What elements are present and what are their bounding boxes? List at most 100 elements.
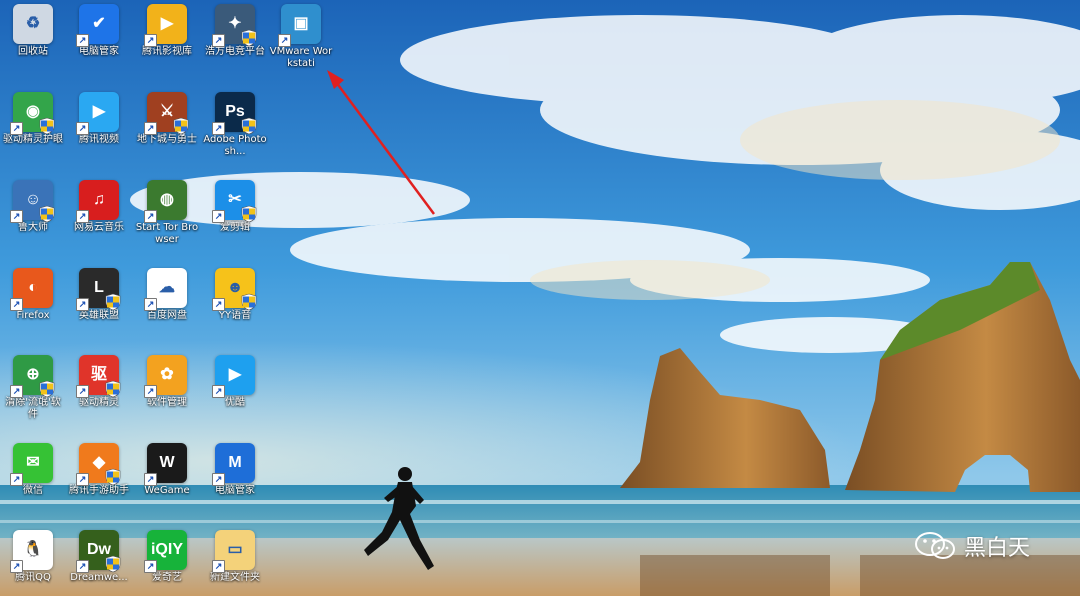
desktop-icon-driver-genius[interactable]: 驱 ↗ 驱动精灵 <box>66 355 132 409</box>
wegame-icon: W ↗ <box>144 443 187 486</box>
tor-browser-icon: ◍ ↗ <box>144 180 187 223</box>
baidu-netdisk-icon: ☁ ↗ <box>144 268 187 311</box>
shortcut-arrow-icon: ↗ <box>76 560 89 573</box>
desktop-icon-software-manager[interactable]: ✿ ↗ 软件管理 <box>134 355 200 409</box>
desktop-icon-label: 网易云音乐 <box>74 222 124 233</box>
desktop-icon-label: 驱动精灵护眼 <box>3 134 63 145</box>
desktop-icon-label: 新建文件夹 <box>210 572 260 583</box>
desktop-icon-pc-manager-2[interactable]: M ↗ 电脑管家 <box>202 443 268 497</box>
desktop-icon-label: Dreamwe... <box>70 572 128 583</box>
desktop-icon-tor-browser[interactable]: ◍ ↗ Start Tor Browser <box>134 180 200 246</box>
icon-glyph: W <box>159 454 175 471</box>
icon-glyph: L <box>94 279 104 296</box>
dnf-game-icon: ⚔ ↗ <box>144 92 189 135</box>
eye-care-icon: ◉ ↗ <box>10 92 55 135</box>
desktop-icon-tencent-video[interactable]: ▶ ↗ 腾讯视频 <box>66 92 132 146</box>
recycle-bin-icon: ♻ <box>13 4 53 44</box>
desktop-icon-haofang-esports[interactable]: ✦ ↗ 浩方电竞平台 <box>202 4 268 58</box>
icon-glyph: ✂ <box>228 191 242 208</box>
uac-shield-icon <box>241 117 257 135</box>
desktop-icon-label: 驱动精灵 <box>79 397 119 408</box>
desktop-icon-tencent-video-library[interactable]: ▶ ↗ 腾讯影视库 <box>134 4 200 58</box>
icon-glyph: ☁ <box>159 279 175 296</box>
desktop-icon-wechat[interactable]: ✉ ↗ 微信 <box>0 443 66 497</box>
shortcut-arrow-icon: ↗ <box>144 473 157 486</box>
wechat-icon: ✉ ↗ <box>10 443 53 486</box>
desktop-icon-firefox[interactable]: ◐ ↗ Firefox <box>0 268 66 322</box>
uac-shield-icon <box>241 205 257 223</box>
firefox-icon: ◐ ↗ <box>10 268 53 311</box>
shortcut-arrow-icon: ↗ <box>144 560 157 573</box>
desktop-icon-label: WeGame <box>144 485 190 496</box>
tencent-video-library-icon: ▶ ↗ <box>144 4 187 47</box>
desktop-icon-label: 爱剪辑 <box>220 222 250 233</box>
icon-glyph: 🐧 <box>23 541 43 558</box>
haofang-esports-icon: ✦ ↗ <box>212 4 257 47</box>
icon-glyph: ◍ <box>160 191 174 208</box>
desktop-icon-baidu-netdisk[interactable]: ☁ ↗ 百度网盘 <box>134 268 200 322</box>
desktop-icon-wegame[interactable]: W ↗ WeGame <box>134 443 200 497</box>
uac-shield-icon <box>173 117 189 135</box>
shortcut-arrow-icon: ↗ <box>212 385 225 398</box>
vmware-icon: ▣ ↗ <box>278 4 321 47</box>
desktop-icon-pc-manager[interactable]: ✔ ↗ 电脑管家 <box>66 4 132 58</box>
desktop-icon-dreamweaver[interactable]: Dw ↗ Dreamwe... <box>66 530 132 584</box>
desktop-icon-cleanup[interactable]: ⊕ ↗ 清除'流氓'软件 <box>0 355 66 421</box>
shortcut-arrow-icon: ↗ <box>76 298 89 311</box>
wechat-watermark: 黑白天 <box>914 530 1030 562</box>
desktop-icon-new-folder[interactable]: ▭ ↗ 新建文件夹 <box>202 530 268 584</box>
icon-glyph: ⊕ <box>26 366 40 383</box>
uac-shield-icon <box>241 293 257 311</box>
desktop-icon-iqiyi[interactable]: iQIY ↗ 爱奇艺 <box>134 530 200 584</box>
shortcut-arrow-icon: ↗ <box>144 122 157 135</box>
desktop-icon-label: 腾讯视频 <box>79 134 119 145</box>
desktop-icon-label: 电脑管家 <box>215 485 255 496</box>
shortcut-arrow-icon: ↗ <box>10 385 23 398</box>
desktop-icon-recycle-bin[interactable]: ♻ 回收站 <box>0 4 66 58</box>
shortcut-arrow-icon: ↗ <box>144 385 157 398</box>
desktop-icon-label: 腾讯手游助手 <box>69 485 129 496</box>
desktop-icon-qq[interactable]: 🐧 ↗ 腾讯QQ <box>0 530 66 584</box>
desktop-icon-dnf-game[interactable]: ⚔ ↗ 地下城与勇士 <box>134 92 200 146</box>
watermark-text: 黑白天 <box>964 536 1031 561</box>
desktop-icon-label: 电脑管家 <box>79 46 119 57</box>
desktop-icon-ludashi[interactable]: ☺ ↗ 鲁大师 <box>0 180 66 234</box>
shortcut-arrow-icon: ↗ <box>212 473 225 486</box>
shortcut-arrow-icon: ↗ <box>76 385 89 398</box>
uac-shield-icon <box>105 555 121 573</box>
tencent-video-icon: ▶ ↗ <box>76 92 119 135</box>
desktop-icon-label: 爱奇艺 <box>152 572 182 583</box>
aijianji-icon: ✂ ↗ <box>212 180 257 223</box>
shortcut-arrow-icon: ↗ <box>212 34 225 47</box>
desktop-icon-aijianji[interactable]: ✂ ↗ 爱剪辑 <box>202 180 268 234</box>
desktop-icon-netease-music[interactable]: ♫ ↗ 网易云音乐 <box>66 180 132 234</box>
dreamweaver-icon: Dw ↗ <box>76 530 121 573</box>
pc-manager-icon: ✔ ↗ <box>76 4 119 47</box>
desktop-icon-youku[interactable]: ▶ ↗ 优酷 <box>202 355 268 409</box>
cleanup-icon: ⊕ ↗ <box>10 355 55 398</box>
desktop-icon-vmware[interactable]: ▣ ↗ VMware Workstati <box>268 4 334 70</box>
wechat-logo-icon <box>915 532 955 559</box>
icon-glyph: ♻ <box>25 15 41 32</box>
desktop-icon-label: 优酷 <box>225 397 245 408</box>
desktop-icon-label: 腾讯QQ <box>15 572 51 583</box>
desktop-icon-label: 软件管理 <box>147 397 187 408</box>
shortcut-arrow-icon: ↗ <box>10 298 23 311</box>
desktop-icon-label: YY语音 <box>218 310 252 321</box>
icon-glyph: iQIY <box>150 541 183 558</box>
qq-icon: 🐧 ↗ <box>10 530 53 573</box>
netease-music-icon: ♫ ↗ <box>76 180 119 223</box>
desktop-icon-label: 浩方电竞平台 <box>205 46 265 57</box>
icon-glyph: ▣ <box>293 15 309 32</box>
desktop-icon-label: VMware Workstati <box>269 46 333 69</box>
desktop-icon-tencent-mobile-game[interactable]: ◆ ↗ 腾讯手游助手 <box>66 443 132 497</box>
desktop-icon-label: 英雄联盟 <box>79 310 119 321</box>
desktop-icon-photoshop[interactable]: Ps ↗ Adobe Photosh... <box>202 92 268 158</box>
desktop-icon-label: 地下城与勇士 <box>137 134 197 145</box>
shortcut-arrow-icon: ↗ <box>76 473 89 486</box>
desktop-icon-label: Start Tor Browser <box>135 222 199 245</box>
desktop-icon-eye-care[interactable]: ◉ ↗ 驱动精灵护眼 <box>0 92 66 146</box>
desktop-icon-yy-voice[interactable]: ☻ ↗ YY语音 <box>202 268 268 322</box>
desktop-icon-lol[interactable]: L ↗ 英雄联盟 <box>66 268 132 322</box>
uac-shield-icon <box>241 29 257 47</box>
